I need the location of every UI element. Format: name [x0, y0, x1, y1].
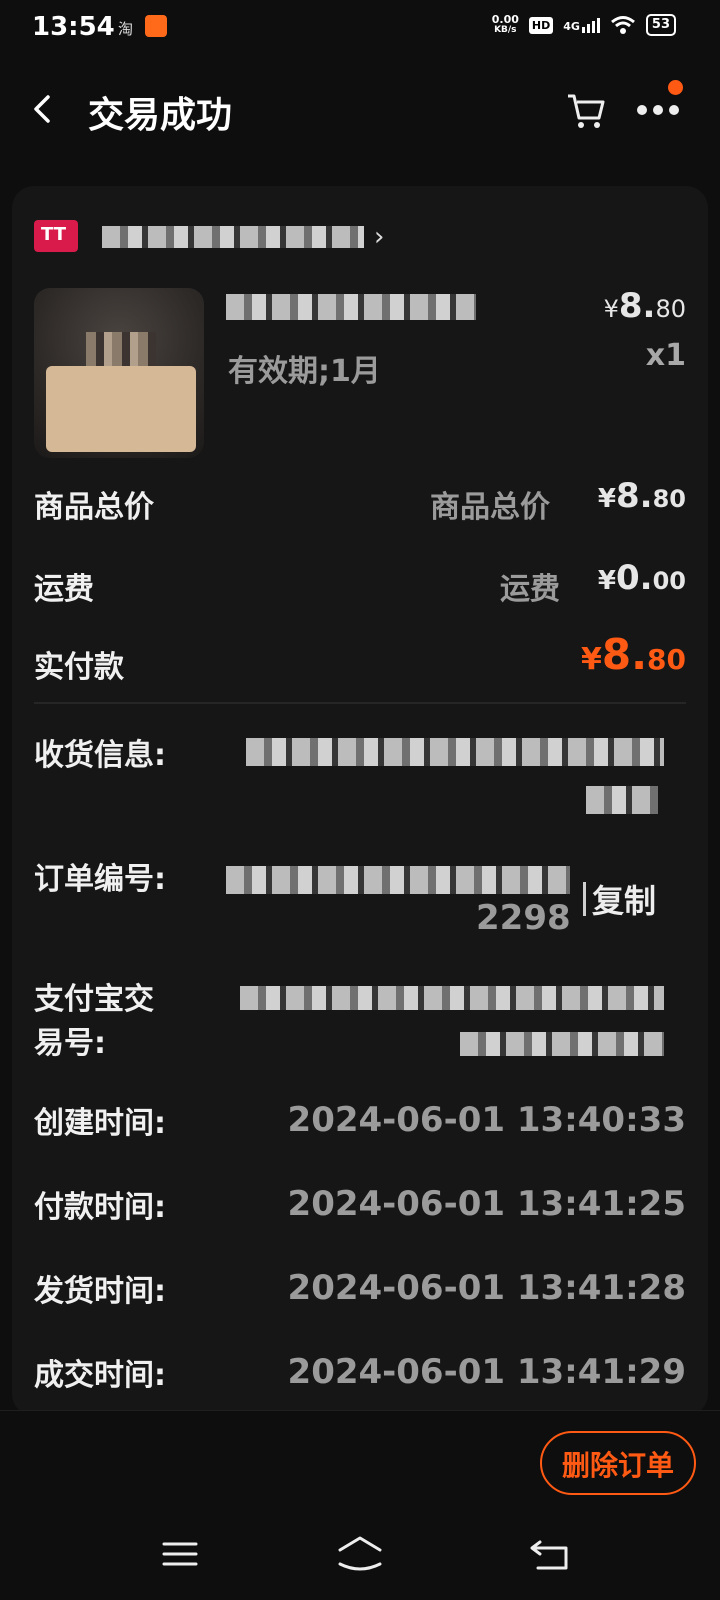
back-icon[interactable] — [30, 94, 54, 124]
hd-icon: HD — [528, 16, 554, 34]
shop-name-redacted — [102, 226, 364, 248]
product-title-redacted[interactable] — [226, 294, 476, 320]
product-quantity: x1 — [645, 338, 686, 373]
goods-total-int: 8. — [616, 476, 653, 516]
shipping-amount: ¥0.00 — [598, 558, 686, 598]
paid-symbol: ¥ — [580, 642, 602, 677]
shipping-cents: 00 — [652, 567, 686, 595]
order-no-redacted — [226, 866, 570, 894]
network-speed-value: 0.00 — [491, 13, 519, 26]
shop-icon: TT — [34, 220, 78, 252]
envelope-image — [46, 366, 196, 452]
wifi-icon — [610, 16, 635, 34]
goods-total-symbol: ¥ — [597, 484, 617, 514]
paid-row: 实付款 ¥8.80 — [34, 630, 686, 696]
shipping-row: 运费 运费 ¥0.00 — [34, 558, 686, 618]
goods-total-label: 商品总价 — [34, 490, 154, 525]
goods-total-amount: ¥8.80 — [598, 476, 686, 516]
created-time-label: 创建时间: — [34, 1106, 166, 1141]
copy-button[interactable]: 复制 — [592, 876, 656, 922]
thumbnail-redacted — [86, 332, 156, 366]
alipay-label-line2: 易号: — [34, 1026, 106, 1061]
shipped-time-value: 2024-06-01 13:41:28 — [287, 1268, 686, 1308]
alipay-label-line1: 支付宝交 — [34, 982, 154, 1017]
paid-cents: 80 — [647, 643, 686, 676]
order-no-label: 订单编号: — [34, 862, 166, 897]
paid-label: 实付款 — [34, 650, 124, 685]
product-price: ¥8.80 — [604, 286, 686, 326]
taobao-notification-icon: 淘 — [118, 20, 134, 38]
goods-total-row: 商品总价 商品总价 ¥8.80 — [34, 476, 686, 536]
shop-row[interactable]: TT › — [34, 216, 434, 256]
shipping-info-redacted-2 — [586, 786, 658, 814]
order-no-tail: 2298 — [476, 898, 571, 938]
copy-separator — [583, 882, 586, 916]
home-icon[interactable] — [336, 1534, 384, 1574]
paid-int: 8. — [601, 630, 648, 679]
done-time-label: 成交时间: — [34, 1358, 166, 1393]
shipping-symbol: ¥ — [597, 566, 617, 596]
shipping-sublabel: 运费 — [500, 572, 560, 607]
shipping-info-label: 收货信息: — [34, 738, 166, 773]
currency-symbol: ¥ — [603, 295, 619, 323]
alipay-no-redacted — [240, 986, 664, 1010]
chevron-right-icon: › — [374, 222, 385, 252]
shipping-label: 运费 — [34, 572, 94, 607]
more-icon[interactable] — [636, 104, 680, 116]
status-time: 13:54 — [32, 12, 115, 42]
paid-amount: ¥8.80 — [581, 630, 686, 679]
page-title: 交易成功 — [88, 95, 233, 136]
created-time-value: 2024-06-01 13:40:33 — [287, 1100, 686, 1140]
network-speed: 0.00 KB/s — [492, 14, 519, 36]
shipping-info-redacted — [246, 738, 664, 766]
divider — [34, 702, 686, 704]
delete-order-button[interactable]: 删除订单 — [540, 1431, 696, 1495]
product-validity: 有效期;1月 — [228, 354, 381, 389]
signal-icon: 4G — [563, 17, 600, 33]
product-thumbnail[interactable] — [34, 288, 204, 458]
shipped-time-label: 发货时间: — [34, 1274, 166, 1309]
shipping-int: 0. — [616, 558, 653, 598]
alipay-no-redacted-2 — [460, 1032, 664, 1056]
status-bar: 13:54 淘 0.00 KB/s HD 4G 53 — [0, 0, 720, 56]
order-card: TT › 有效期;1月 ¥8.80 x1 商品总价 商品总价 ¥8.80 运费 … — [12, 186, 708, 1416]
battery-icon: 53 — [645, 14, 676, 36]
top-nav: 交易成功 — [0, 70, 720, 150]
system-nav-bar — [0, 1520, 720, 1600]
price-cents: 80 — [655, 295, 686, 323]
goods-total-cents: 80 — [652, 485, 686, 513]
bottom-action-bar: 删除订单 — [0, 1410, 720, 1521]
price-integer: 8. — [618, 286, 656, 326]
paid-time-value: 2024-06-01 13:41:25 — [287, 1184, 686, 1224]
menu-icon[interactable] — [156, 1534, 204, 1574]
app-notification-icon — [145, 15, 167, 37]
done-time-value: 2024-06-01 13:41:29 — [287, 1352, 686, 1392]
notification-dot — [668, 80, 683, 95]
system-back-icon[interactable] — [526, 1534, 574, 1574]
network-speed-unit: KB/s — [494, 25, 517, 35]
network-type: 4G — [563, 19, 580, 33]
cart-icon[interactable] — [566, 90, 606, 130]
status-indicators: 0.00 KB/s HD 4G 53 — [492, 14, 676, 36]
paid-time-label: 付款时间: — [34, 1190, 166, 1225]
goods-total-sublabel: 商品总价 — [430, 490, 550, 525]
